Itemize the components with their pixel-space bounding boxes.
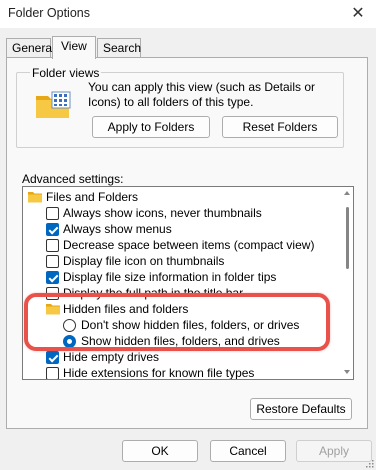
option-label: Display the full path in the title bar <box>63 286 244 300</box>
checkbox[interactable] <box>46 287 59 300</box>
option-full-path-title-bar[interactable]: Display the full path in the title bar <box>23 285 343 302</box>
folder-grid-icon <box>36 91 71 118</box>
reset-folders-button[interactable]: Reset Folders <box>222 116 338 138</box>
tab-general[interactable]: General <box>6 38 55 58</box>
option-dont-show-hidden[interactable]: Don't show hidden files, folders, or dri… <box>23 317 343 334</box>
tab-strip: General View Search <box>6 36 370 59</box>
close-button[interactable]: ✕ <box>346 2 370 24</box>
checkbox[interactable] <box>46 207 59 220</box>
close-icon: ✕ <box>351 5 365 22</box>
tree-item-label: Files and Folders <box>46 190 139 204</box>
tab-view[interactable]: View <box>52 36 96 59</box>
radio-button-selected[interactable] <box>63 335 76 348</box>
restore-defaults-button[interactable]: Restore Defaults <box>250 398 352 420</box>
cancel-button[interactable]: Cancel <box>210 440 286 462</box>
advanced-settings-label: Advanced settings: <box>22 172 124 186</box>
checkbox[interactable] <box>46 255 59 268</box>
tree-folder-hidden-files: Hidden files and folders <box>23 301 343 318</box>
apply-to-folders-button[interactable]: Apply to Folders <box>92 116 210 138</box>
option-label: Hide extensions for known file types <box>63 366 255 380</box>
option-label: Display file icon on thumbnails <box>63 254 225 268</box>
option-hide-empty-drives[interactable]: Hide empty drives <box>23 349 343 366</box>
tree-item-label: Hidden files and folders <box>63 302 189 316</box>
resize-grip-icon[interactable] <box>364 458 374 468</box>
advanced-settings-tree[interactable]: Files and Folders Always show icons, nev… <box>22 186 354 380</box>
tab-search[interactable]: Search <box>97 38 141 58</box>
scroll-down-arrow-icon[interactable] <box>344 370 350 374</box>
folder-icon <box>46 304 60 315</box>
checkbox-checked[interactable] <box>46 223 59 236</box>
option-label: Hide empty drives <box>63 350 160 364</box>
window-title: Folder Options <box>8 6 90 20</box>
option-always-show-menus[interactable]: Always show menus <box>23 221 343 238</box>
option-file-size-in-tips[interactable]: Display file size information in folder … <box>23 269 343 286</box>
folder-views-label: Folder views <box>30 66 102 80</box>
scroll-thumb[interactable] <box>346 207 349 269</box>
option-label: Always show menus <box>63 222 172 236</box>
tree-scrollbar[interactable] <box>342 187 353 379</box>
option-always-show-icons[interactable]: Always show icons, never thumbnails <box>23 205 343 222</box>
checkbox[interactable] <box>46 239 59 252</box>
option-file-icon-on-thumbnails[interactable]: Display file icon on thumbnails <box>23 253 343 270</box>
option-label: Decrease space between items (compact vi… <box>63 238 315 252</box>
checkbox-checked[interactable] <box>46 271 59 284</box>
option-hide-extensions[interactable]: Hide extensions for known file types <box>23 365 343 380</box>
option-label: Display file size information in folder … <box>63 270 277 284</box>
folder-views-description: You can apply this view (such as Details… <box>88 80 316 109</box>
scroll-up-arrow-icon[interactable] <box>344 191 350 195</box>
option-label: Always show icons, never thumbnails <box>63 206 262 220</box>
option-compact-view[interactable]: Decrease space between items (compact vi… <box>23 237 343 254</box>
option-label: Show hidden files, folders, and drives <box>81 334 280 348</box>
tree-folder-files-and-folders: Files and Folders <box>23 189 343 206</box>
checkbox[interactable] <box>46 367 59 379</box>
checkbox-checked[interactable] <box>46 351 59 364</box>
title-bar: Folder Options ✕ <box>0 0 376 28</box>
radio-button[interactable] <box>63 319 76 332</box>
option-label: Don't show hidden files, folders, or dri… <box>81 318 300 332</box>
apply-button[interactable]: Apply <box>296 440 372 462</box>
ok-button[interactable]: OK <box>122 440 198 462</box>
folder-icon <box>28 192 42 203</box>
option-show-hidden[interactable]: Show hidden files, folders, and drives <box>23 333 343 350</box>
